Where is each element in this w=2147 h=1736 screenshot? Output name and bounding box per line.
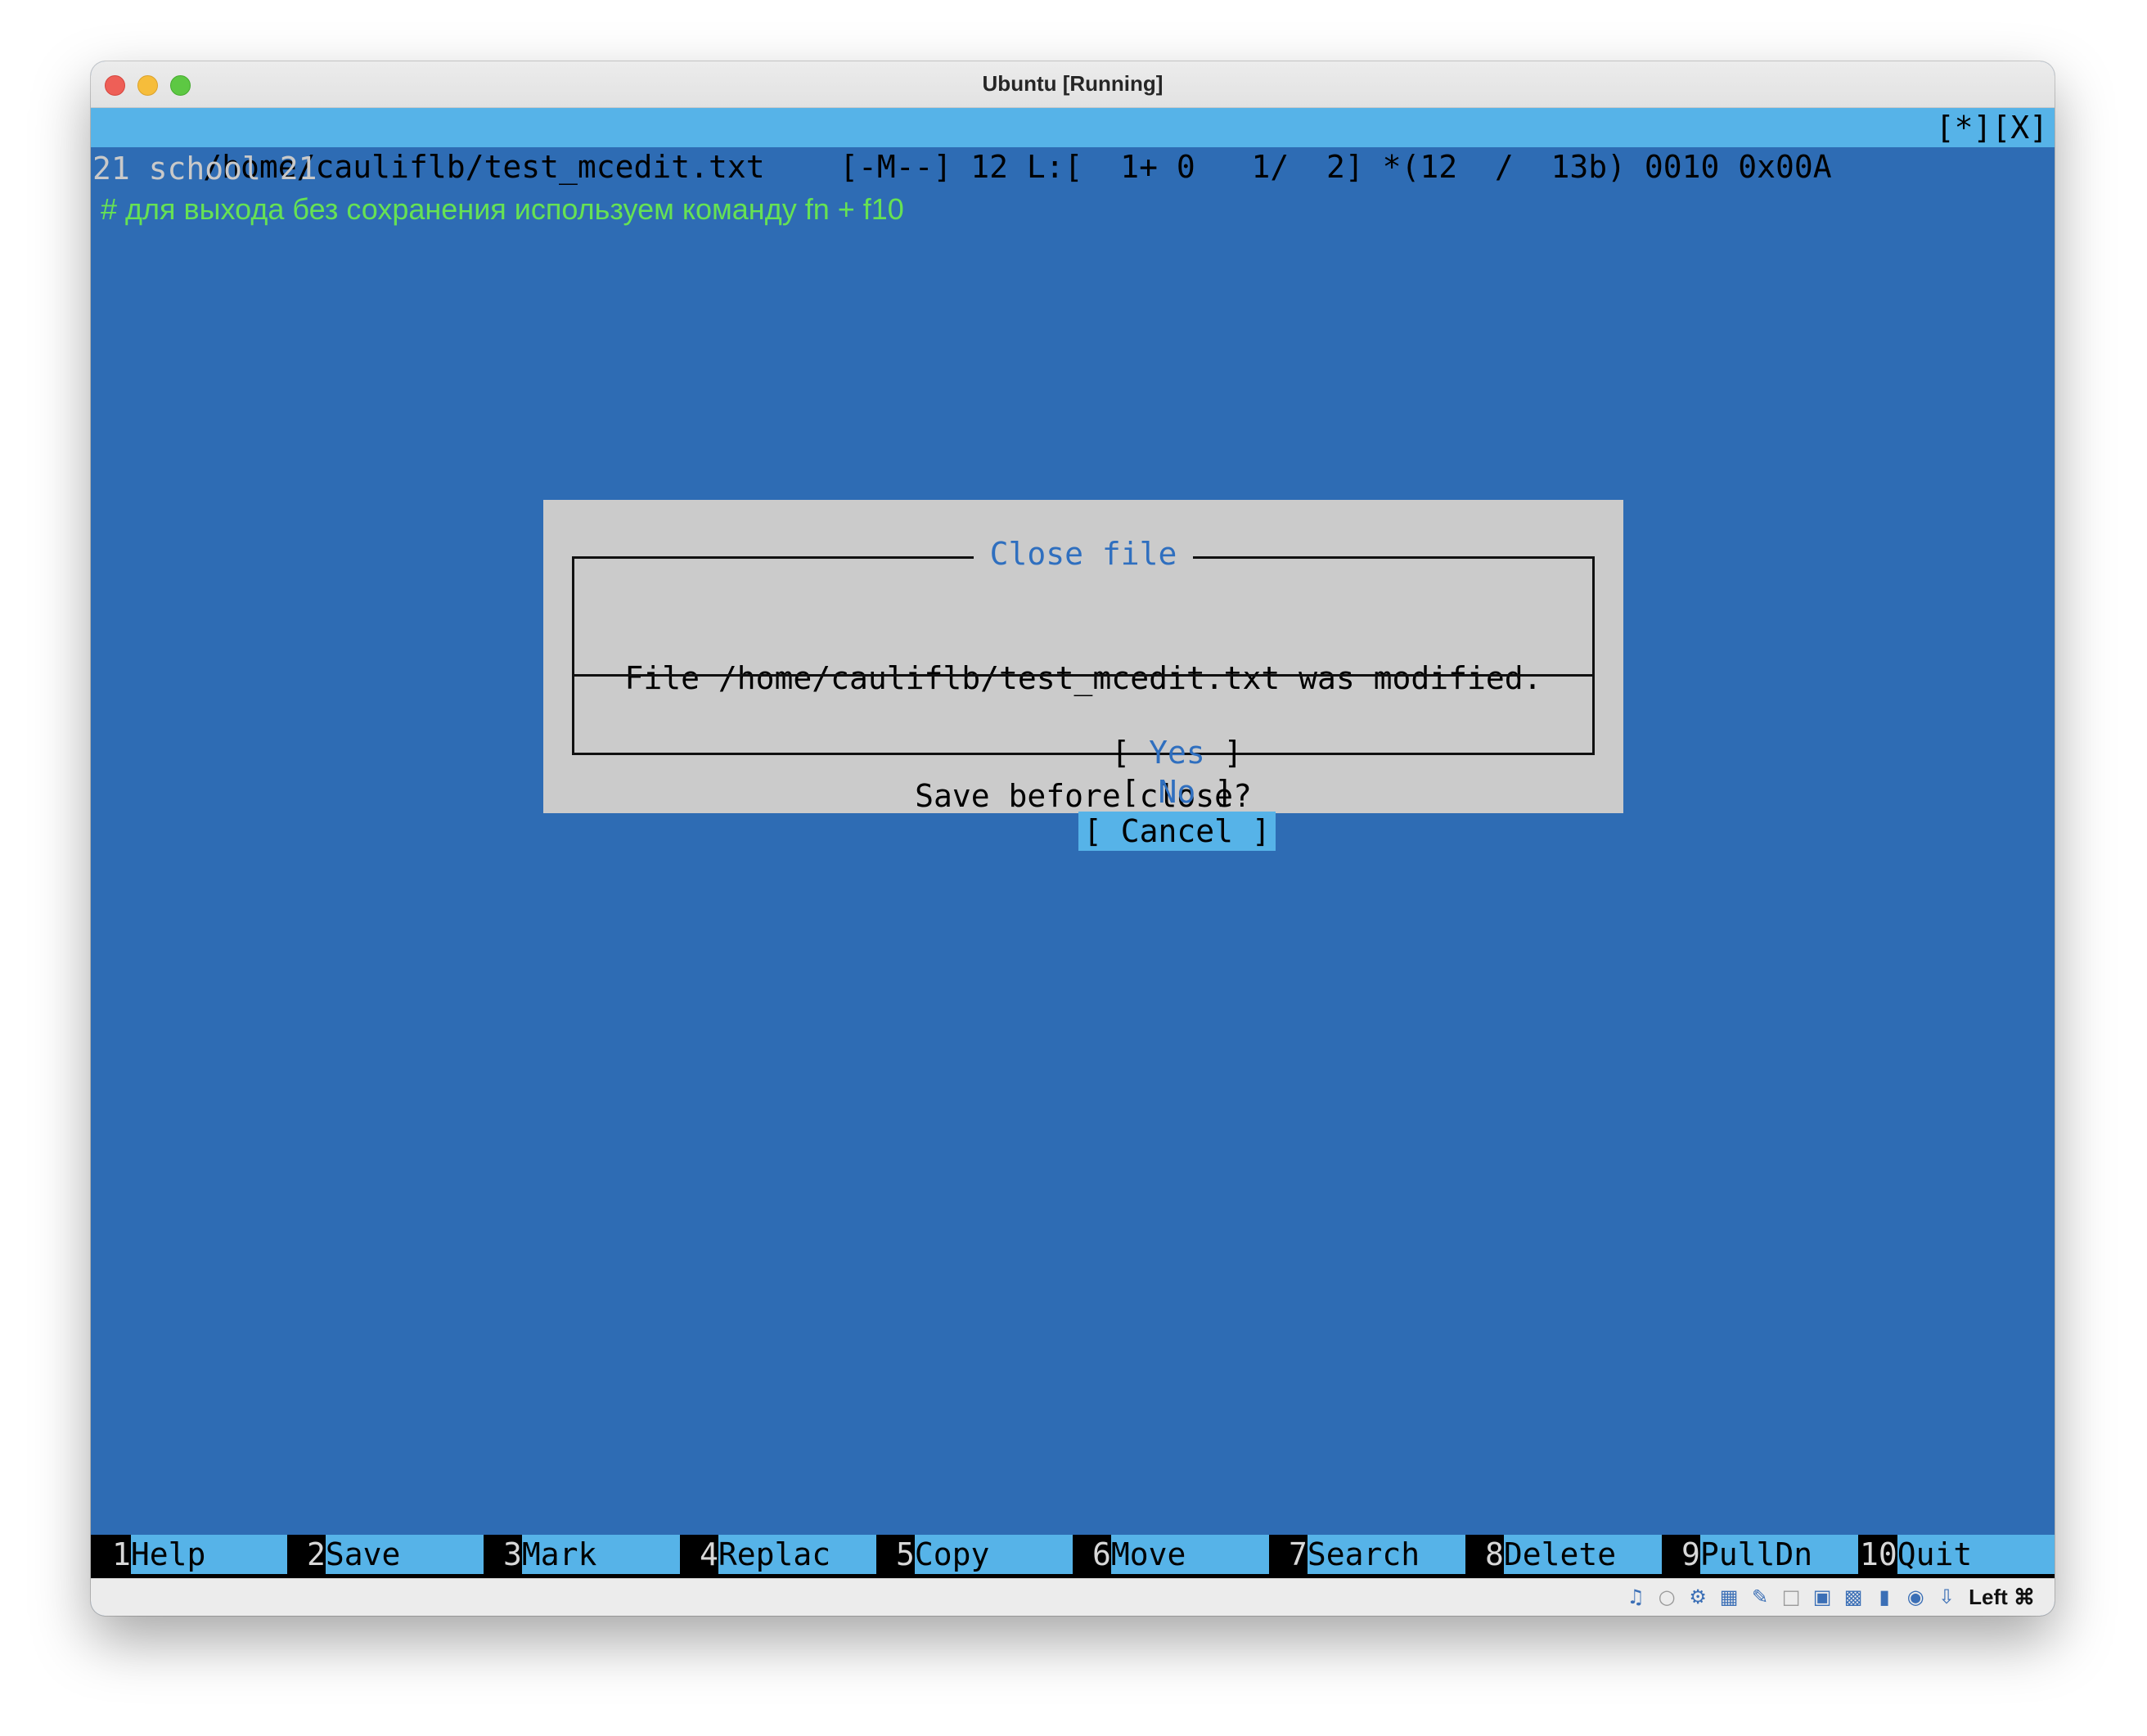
cancel-button-close-bracket: ] (1233, 813, 1271, 849)
fkey-number: 6 (1073, 1535, 1111, 1574)
cancel-button-open-bracket: [ (1083, 813, 1121, 849)
fkey-move[interactable]: 6 Move (1073, 1535, 1269, 1574)
fkey-label: Help (130, 1535, 287, 1574)
no-button-close-bracket: ] (1195, 774, 1234, 810)
fkey-search[interactable]: 7 Search (1269, 1535, 1465, 1574)
title-bar[interactable]: Ubuntu [Running] (91, 61, 2055, 108)
cpu-icon[interactable]: ▮ (1870, 1583, 1898, 1611)
yes-button-label: Yes (1149, 735, 1205, 771)
fkey-label: Save (325, 1535, 484, 1574)
vm-status-bar: ♫ ○ ⚙ ▦ ✎ □ ▣ ▩ ▮ ◉ ⇩ Left ⌘ (91, 1578, 2055, 1616)
cancel-button-label: Cancel (1120, 813, 1234, 849)
fkey-number: 10 (1858, 1535, 1897, 1574)
fkey-label: Replac (718, 1535, 876, 1574)
editor-status-bar: /home/cauliflb/test_mcedit.txt [-M--] 12… (91, 108, 2055, 185)
function-key-bar: 1 Help 2 Save 3 Mark 4 Replac 5 Copy 6 Move 7S… (91, 1535, 2055, 1578)
fkey-copy[interactable]: 5 Copy (876, 1535, 1073, 1574)
fkey-save[interactable]: 2 Save (287, 1535, 484, 1574)
fkey-number: 3 (484, 1535, 522, 1574)
window-title: Ubuntu [Running] (982, 71, 1164, 96)
dialog-separator (574, 674, 1592, 677)
fkey-quit[interactable]: 10 Quit (1858, 1535, 2055, 1574)
usb-icon[interactable]: ⚙ (1684, 1583, 1712, 1611)
fkey-replace[interactable]: 4 Replac (680, 1535, 876, 1574)
dialog-message-line-1: File /home/cauliflb/test_mcedit.txt was … (624, 660, 1542, 696)
fkey-delete[interactable]: 8 Delete (1465, 1535, 1662, 1574)
yes-button-close-bracket: ] (1204, 735, 1243, 771)
display-icon[interactable]: □ (1777, 1583, 1805, 1611)
fkey-number: 4 (680, 1535, 718, 1574)
fkey-number: 7 (1269, 1535, 1308, 1574)
dialog-title-wrap: Close file (574, 534, 1592, 573)
download-icon[interactable]: ⇩ (1933, 1583, 1960, 1611)
terminal-area[interactable]: /home/cauliflb/test_mcedit.txt [-M--] 12… (91, 108, 2055, 1578)
no-button-label: No (1158, 774, 1196, 810)
fkey-number: 1 (91, 1535, 131, 1574)
vm-status-icons: ♫ ○ ⚙ ▦ ✎ □ ▣ ▩ ▮ ◉ ⇩ Left ⌘ (1622, 1583, 2035, 1611)
dialog-buttons: [ Yes ] [ No ] [ Cancel ] (574, 694, 1592, 890)
fkey-pulldown[interactable]: 9 PullDn (1662, 1535, 1858, 1574)
status-window-controls[interactable]: [*][X] (1936, 108, 2048, 147)
host-key-label: Left ⌘ (1969, 1584, 2035, 1609)
optical-drive-icon[interactable]: ○ (1653, 1583, 1681, 1611)
screen-capture-icon[interactable]: ▣ (1808, 1583, 1836, 1611)
mouse-integration-icon[interactable]: ▩ (1839, 1583, 1867, 1611)
audio-icon[interactable]: ♫ (1622, 1583, 1650, 1611)
fkey-label: Delete (1503, 1535, 1662, 1574)
dialog-frame: Close file File /home/cauliflb/test_mced… (572, 536, 1595, 851)
shared-folders-icon[interactable]: ✎ (1746, 1583, 1774, 1611)
fkey-label: Quit (1897, 1535, 2055, 1574)
dialog-title: Close file (973, 536, 1194, 572)
no-button-open-bracket: [ (1120, 774, 1159, 810)
fkey-mark[interactable]: 3 Mark (484, 1535, 680, 1574)
status-file-info: /home/cauliflb/test_mcedit.txt [-M--] 12… (203, 149, 1832, 185)
fkey-number: 8 (1465, 1535, 1504, 1574)
fkey-number: 9 (1662, 1535, 1700, 1574)
no-button[interactable]: [ No ] (1116, 772, 1238, 812)
fkey-label: Mark (521, 1535, 680, 1574)
fkey-number: 2 (287, 1535, 326, 1574)
network-icon[interactable]: ▦ (1715, 1583, 1743, 1611)
cancel-button[interactable]: [ Cancel ] (1078, 812, 1276, 851)
fkey-label: Copy (914, 1535, 1073, 1574)
editor-line-2[interactable]: # для выхода без сохранения используем к… (101, 190, 904, 229)
fkey-number: 5 (876, 1535, 915, 1574)
keyboard-icon[interactable]: ◉ (1902, 1583, 1929, 1611)
vm-window: Ubuntu [Running] /home/cauliflb/test_mce… (91, 61, 2055, 1616)
fkey-help[interactable]: 1 Help (91, 1535, 287, 1574)
editor-line-1[interactable]: 21 school 21 (92, 149, 317, 188)
fkey-label: Move (1110, 1535, 1269, 1574)
yes-button-open-bracket: [ (1111, 735, 1150, 771)
yes-button[interactable]: [ Yes ] (1106, 733, 1247, 772)
close-file-dialog: Close file File /home/cauliflb/test_mced… (543, 500, 1623, 851)
fkey-label: Search (1307, 1535, 1465, 1574)
fkey-label: PullDn (1699, 1535, 1858, 1574)
